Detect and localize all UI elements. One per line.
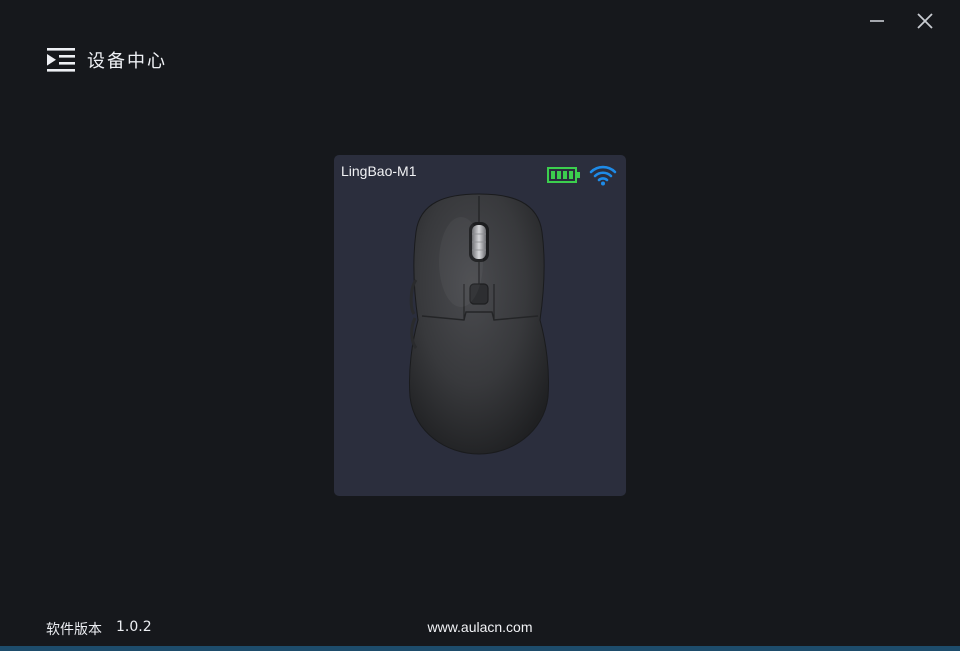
bottom-strip	[0, 646, 960, 651]
battery-full-icon	[547, 167, 580, 183]
header: 设备中心	[47, 47, 167, 73]
footer-link-container: www.aulacn.com	[0, 619, 960, 635]
close-button[interactable]	[912, 8, 938, 34]
device-card[interactable]: LingBao-M1	[334, 155, 626, 496]
wifi-icon	[589, 165, 617, 186]
close-icon	[917, 13, 933, 29]
minimize-icon	[870, 20, 884, 22]
minimize-button[interactable]	[864, 8, 890, 34]
mouse-image	[406, 192, 552, 456]
page-title: 设备中心	[87, 51, 167, 72]
menu-collapse-icon[interactable]	[47, 47, 75, 73]
device-name: LingBao-M1	[341, 163, 417, 179]
device-status	[547, 164, 617, 186]
app-window: 设备中心 LingBao-M1 软件版本 1.0.2 www.aulacn.co…	[0, 0, 960, 651]
window-controls	[864, 8, 938, 34]
website-link[interactable]: www.aulacn.com	[427, 619, 532, 635]
